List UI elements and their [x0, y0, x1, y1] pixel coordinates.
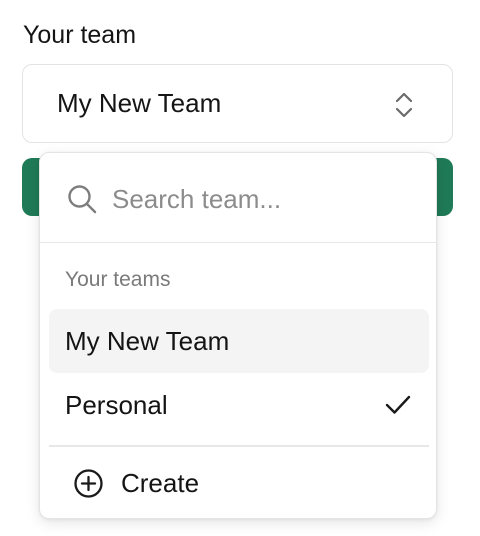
team-dropdown-popover: Your teams My New Team Personal Create	[39, 152, 437, 519]
create-team-button[interactable]: Create	[49, 451, 429, 515]
chevrons-up-down-icon	[395, 92, 413, 118]
team-select-trigger[interactable]: My New Team	[22, 64, 453, 143]
team-option-label: Personal	[65, 389, 168, 420]
search-row	[40, 153, 436, 243]
group-heading-your-teams: Your teams	[65, 268, 171, 291]
popover-divider	[49, 445, 429, 447]
create-label: Create	[121, 467, 200, 498]
team-option-label: My New Team	[65, 325, 230, 356]
team-option-personal[interactable]: Personal	[49, 373, 429, 437]
selected-team-value: My New Team	[57, 88, 222, 118]
search-icon	[68, 185, 97, 214]
team-option-my-new-team[interactable]: My New Team	[49, 309, 429, 373]
search-team-input[interactable]	[112, 179, 412, 219]
plus-circle-icon	[74, 468, 103, 498]
team-field-label: Your team	[23, 21, 137, 49]
check-icon	[385, 395, 411, 414]
